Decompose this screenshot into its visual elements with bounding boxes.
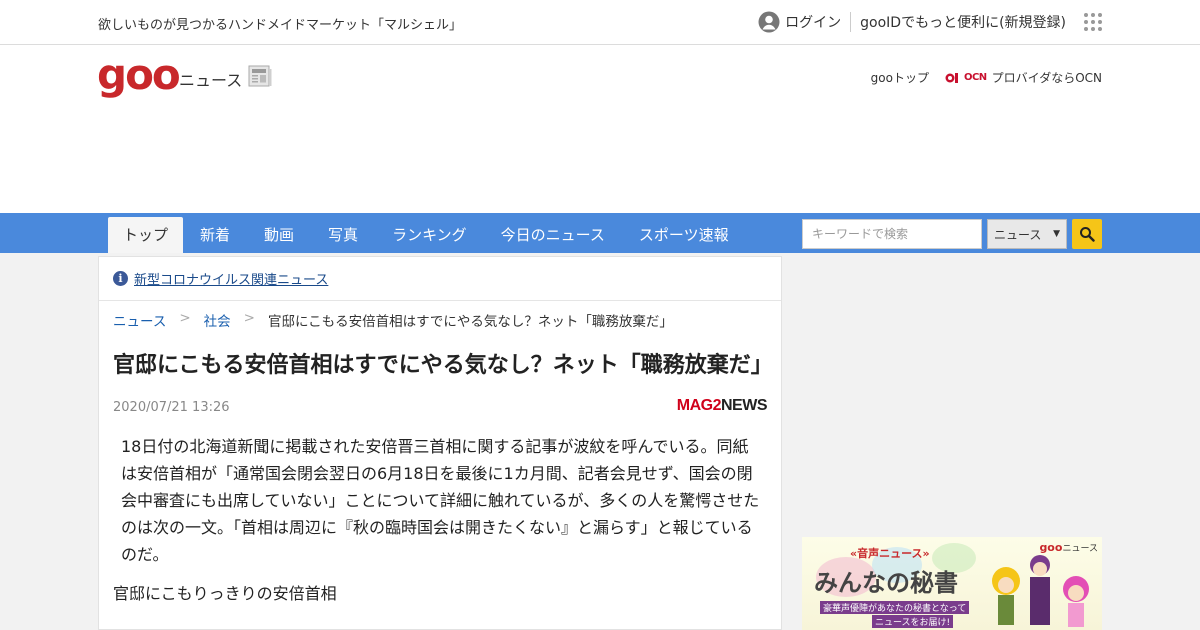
article-subhead: 官邸にこもりっきりの安倍首相 (113, 584, 337, 603)
ad-tag: «音声ニュース» (850, 547, 930, 560)
ocn-link[interactable]: OCN (945, 71, 987, 85)
ocn-provider-link[interactable]: プロバイダならOCN (992, 69, 1102, 86)
audio-news-banner[interactable]: «音声ニュース» gooニュース みんなの秘書 豪華声優陣があなたの秘書となって… (802, 537, 1102, 630)
sidebar-ad: «音声ニュース» gooニュース みんなの秘書 豪華声優陣があなたの秘書となって… (802, 537, 1102, 630)
tab-photo[interactable]: 写真 (311, 217, 375, 253)
dropdown-arrow-icon: ▼ (1053, 229, 1060, 239)
mag2news-logo[interactable]: MAG2NEWS (677, 397, 768, 415)
breadcrumb-separator: > (179, 310, 191, 326)
top-bar-account: ログイン gooIDでもっと便利に(新規登録) (758, 10, 1102, 34)
search-input[interactable] (802, 219, 982, 249)
tab-top[interactable]: トップ (108, 217, 184, 253)
site-header: goo ニュース gooトップ OCN プロバイダならOCN (0, 45, 1200, 213)
goo-logo-text: goo (97, 50, 181, 99)
search-scope-select[interactable]: ニュース ▼ (987, 219, 1067, 249)
covid-news-link[interactable]: 新型コロナウイルス関連ニュース (134, 269, 328, 288)
search-icon (1080, 227, 1095, 242)
ad-subtitle: 豪華声優陣があなたの秘書となって (820, 601, 970, 614)
breadcrumb-news[interactable]: ニュース (113, 310, 166, 330)
breadcrumb-society[interactable]: 社会 (204, 310, 231, 330)
search-button[interactable] (1072, 219, 1102, 249)
article-title: 官邸にこもる安倍首相はすでにやる気なし？ネット「職務放棄だ」 (113, 353, 773, 378)
ocn-logo-icon (945, 72, 958, 83)
article-lead: 18日付の北海道新聞に掲載された安倍晋三首相に関する記事が波紋を呼んでいる。同紙… (121, 437, 760, 564)
tab-video[interactable]: 動画 (247, 217, 311, 253)
ad-title: みんなの秘書 (814, 568, 958, 597)
apps-grid-icon[interactable] (1084, 13, 1102, 31)
ocn-logo-text: OCN (963, 72, 987, 83)
divider (850, 12, 852, 32)
search-bar: ニュース ▼ (802, 219, 1102, 249)
top-bar: 欲しいものが見つかるハンドメイドマーケット「マルシェル」 ログイン gooIDで… (0, 0, 1200, 45)
register-link[interactable]: gooIDでもっと便利に(新規登録) (860, 12, 1066, 32)
tab-sports[interactable]: スポーツ速報 (622, 217, 746, 253)
goo-top-link[interactable]: gooトップ (871, 69, 929, 86)
character-illustration (992, 555, 1089, 627)
breadcrumb-current: 官邸にこもる安倍首相はすでにやる気なし？ネット「職務放棄だ」 (267, 314, 673, 330)
breadcrumb: ニュース > 社会 > 官邸にこもる安倍首相はすでにやる気なし？ネット「職務放棄… (99, 301, 781, 330)
article-meta: 2020/07/21 13:26 MAG2NEWS (99, 396, 781, 416)
header-links: gooトップ OCN プロバイダならOCN (871, 69, 1102, 86)
ad-subtitle-2: ニュースをお届け! (872, 615, 954, 628)
search-scope-value: ニュース (994, 227, 1042, 242)
tab-today[interactable]: 今日のニュース (484, 217, 622, 253)
promo-link[interactable]: 欲しいものが見つかるハンドメイドマーケット「マルシェル」 (98, 14, 462, 33)
user-icon (758, 11, 780, 33)
goo-news-logo[interactable]: goo ニュース (97, 54, 272, 96)
login-button[interactable]: ログイン (758, 11, 850, 33)
breadcrumb-separator: > (243, 310, 255, 326)
tab-new[interactable]: 新着 (183, 217, 247, 253)
newspaper-icon (248, 65, 272, 87)
article-panel: i 新型コロナウイルス関連ニュース ニュース > 社会 > 官邸にこもる安倍首相… (98, 256, 782, 630)
article-date: 2020/07/21 13:26 (113, 400, 230, 415)
covid-banner: i 新型コロナウイルス関連ニュース (99, 257, 781, 301)
page-body: i 新型コロナウイルス関連ニュース ニュース > 社会 > 官邸にこもる安倍首相… (0, 253, 1200, 630)
nav-tabs: トップ 新着 動画 写真 ランキング 今日のニュース スポーツ速報 (108, 217, 746, 253)
news-logo-label: ニュース (179, 71, 243, 90)
main-nav: トップ 新着 動画 写真 ランキング 今日のニュース スポーツ速報 ニュース ▼ (0, 213, 1200, 253)
info-icon: i (113, 271, 128, 286)
login-label: ログイン (785, 15, 842, 31)
tab-ranking[interactable]: ランキング (375, 217, 484, 253)
